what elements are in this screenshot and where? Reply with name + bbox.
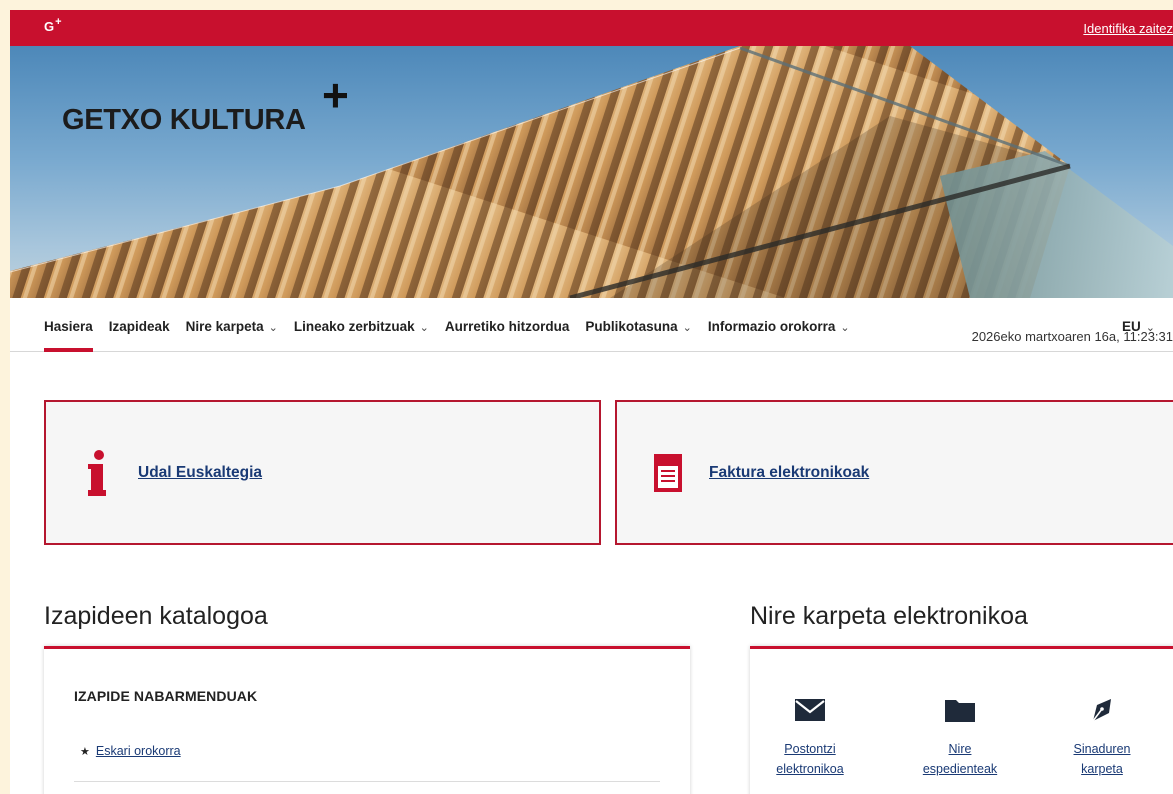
folder-item-line1: Postontzi: [784, 742, 836, 756]
folder-item-line2: karpeta: [1081, 762, 1123, 776]
chevron-down-icon: ⌄: [268, 321, 278, 334]
divider: [74, 781, 660, 782]
star-icon: ★: [80, 745, 90, 758]
nav-item-izapideak[interactable]: Izapideak: [109, 298, 170, 352]
info-icon: [84, 449, 114, 496]
chevron-down-icon: ⌄: [682, 321, 692, 334]
nav-item-lineako-zerbitzuak[interactable]: Lineako zerbitzuak ⌄: [294, 298, 429, 352]
electronic-folder-panel: Postontzi elektronikoa Nire espedienteak S…: [750, 646, 1173, 794]
nav-item-hasiera[interactable]: Hasiera: [44, 298, 93, 352]
logo-letter: G: [44, 19, 55, 34]
brand-plus-icon: +: [322, 69, 349, 121]
logo-plus: +: [55, 16, 62, 28]
chevron-down-icon: ⌄: [840, 321, 850, 334]
nav-label: Aurretiko hitzordua: [444, 318, 570, 334]
card-link[interactable]: Faktura elektronikoak: [709, 464, 869, 482]
card-link[interactable]: Udal Euskaltegia: [138, 464, 262, 482]
folder-item-line1: Sinaduren: [1073, 742, 1131, 756]
folder-item-espedienteak[interactable]: Nire espedienteak: [900, 695, 1020, 779]
nav-label: Hasiera: [44, 318, 93, 334]
folder-item-postontzi[interactable]: Postontzi elektronikoa: [750, 695, 870, 779]
nav-label: Izapideak: [108, 318, 170, 334]
invoice-icon: [653, 453, 683, 492]
envelope-icon: [750, 695, 870, 725]
nav-label: Informazio orokorra: [707, 318, 836, 334]
card-faktura-elektronikoak[interactable]: Faktura elektronikoak: [615, 400, 1173, 545]
login-link[interactable]: Identifika zaitez: [1083, 21, 1173, 36]
folder-item-line2: elektronikoa: [776, 762, 844, 776]
folder-item-line2: espedienteak: [922, 762, 998, 776]
featured-item-link[interactable]: Eskari orokorra: [96, 744, 181, 758]
nav-item-publikotasuna[interactable]: Publikotasuna ⌄: [585, 298, 691, 352]
nav-label: Lineako zerbitzuak: [293, 318, 415, 334]
folder-icon: [900, 695, 1020, 725]
building-illustration: [10, 46, 1173, 298]
nav-item-nire-karpeta[interactable]: Nire karpeta ⌄: [186, 298, 278, 352]
current-datetime: 2026eko martxoaren 16a, 11:23:31: [971, 329, 1173, 344]
pen-nib-icon: [1042, 695, 1162, 725]
folder-item-line1: Nire: [948, 742, 972, 756]
site-logo-mini[interactable]: G+: [44, 16, 62, 34]
folder-item-sinaduren-karpeta[interactable]: Sinaduren karpeta: [1042, 695, 1162, 779]
brand-title: GETXO KULTURA: [62, 104, 306, 136]
nav-item-aurretiko-hitzordua[interactable]: Aurretiko hitzordua: [445, 298, 570, 352]
catalog-panel: IZAPIDE NABARMENDUAK ★ Eskari orokorra: [44, 646, 690, 794]
top-bar: G+ Identifika zaitez: [10, 10, 1173, 46]
catalog-heading: Izapideen katalogoa: [44, 602, 268, 630]
card-udal-euskaltegia[interactable]: Udal Euskaltegia: [44, 400, 601, 545]
featured-procedures-title: IZAPIDE NABARMENDUAK: [74, 688, 258, 704]
chevron-down-icon: ⌄: [419, 321, 429, 334]
featured-item: ★ Eskari orokorra: [80, 744, 181, 758]
nav-item-informazio-orokorra[interactable]: Informazio orokorra ⌄: [708, 298, 850, 352]
nav-label: Nire karpeta: [185, 318, 264, 334]
folder-heading: Nire karpeta elektronikoa: [750, 602, 1028, 630]
hero-banner: GETXO KULTURA +: [10, 46, 1173, 298]
nav-label: Publikotasuna: [585, 318, 678, 334]
page: G+ Identifika zaitez GETXO KULTURA + Has…: [10, 10, 1173, 794]
